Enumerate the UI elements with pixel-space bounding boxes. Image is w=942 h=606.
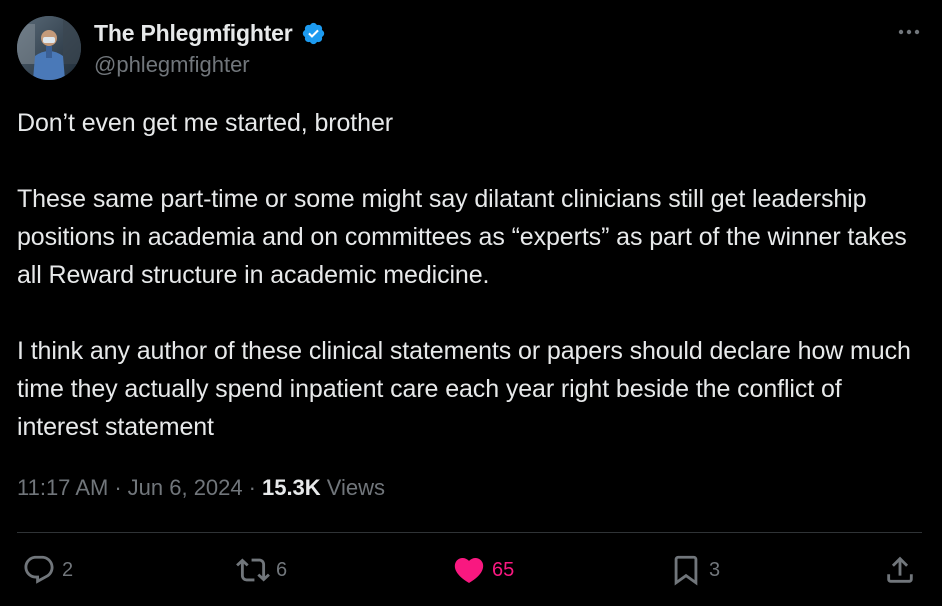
- tweet-paragraph: Don’t even get me started, brother: [17, 109, 393, 137]
- like-count: 65: [492, 558, 515, 581]
- heart-filled-icon: [454, 557, 484, 583]
- bookmark-button[interactable]: 3: [669, 550, 720, 590]
- author-name-row: The Phlegmfighter: [94, 18, 326, 48]
- tweet-paragraph: These same part-time or some might say d…: [17, 185, 907, 289]
- share-button[interactable]: [883, 550, 917, 590]
- author-handle[interactable]: @phlegmfighter: [94, 52, 250, 78]
- separator: ·: [248, 475, 256, 500]
- like-button[interactable]: 65: [452, 550, 514, 590]
- bookmark-count: 3: [709, 558, 721, 581]
- reply-button[interactable]: 2: [22, 550, 73, 590]
- repost-count: 6: [276, 558, 288, 581]
- tweet: The Phlegmfighter @phlegmfighter Don’t e…: [0, 0, 942, 606]
- repost-button[interactable]: 6: [236, 550, 287, 590]
- avatar[interactable]: [17, 16, 81, 80]
- reply-icon: [24, 555, 54, 584]
- action-bar: 2 6 65 3: [0, 550, 942, 590]
- views-count[interactable]: 15.3K: [262, 475, 321, 501]
- verified-badge-icon[interactable]: [301, 21, 326, 46]
- tweet-date[interactable]: Jun 6, 2024: [128, 475, 243, 501]
- tweet-paragraph: I think any author of these clinical sta…: [17, 337, 911, 441]
- divider: [17, 532, 922, 533]
- more-options-icon[interactable]: [896, 22, 922, 42]
- separator: ·: [114, 475, 122, 500]
- author-display-name[interactable]: The Phlegmfighter: [94, 20, 293, 47]
- tweet-metadata: 11:17 AM · Jun 6, 2024 · 15.3K Views: [17, 475, 385, 501]
- bookmark-icon: [674, 555, 698, 586]
- repost-icon: [236, 558, 270, 582]
- views-label[interactable]: Views: [327, 475, 385, 501]
- tweet-time[interactable]: 11:17 AM: [17, 475, 108, 501]
- tweet-text: Don’t even get me started, brother These…: [17, 104, 922, 446]
- avatar-photo: [17, 16, 81, 80]
- share-icon: [887, 556, 913, 583]
- reply-count: 2: [62, 558, 74, 581]
